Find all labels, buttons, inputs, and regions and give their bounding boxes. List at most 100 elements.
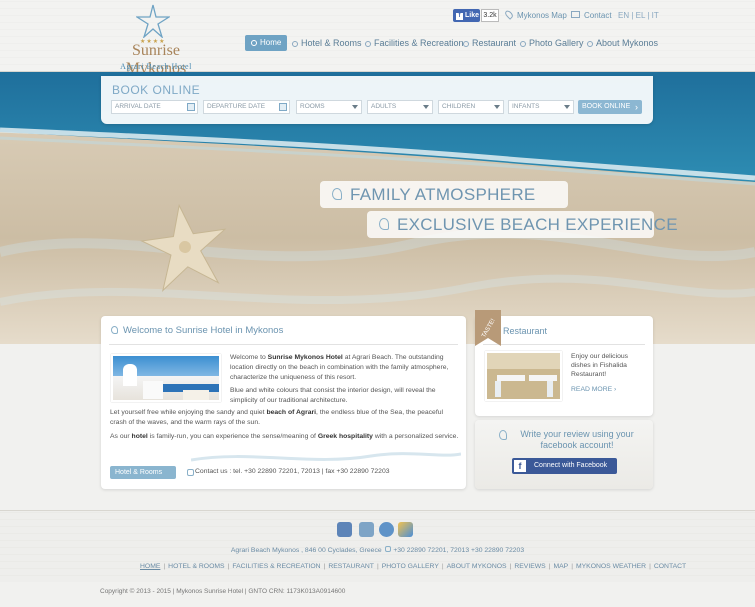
phone-icon — [187, 469, 194, 476]
footer-link-photo-gallery[interactable]: PHOTO GALLERY — [382, 563, 439, 570]
rooms-select[interactable]: ROOMS — [296, 100, 362, 114]
shell-icon — [111, 326, 118, 334]
footer-link-about-mykonos[interactable]: ABOUT MYKONOS — [447, 563, 507, 570]
arrival-date-field[interactable]: ARRIVAL DATE — [111, 100, 198, 114]
footer-link-mykonos-weather[interactable]: MYKONOS WEATHER — [576, 563, 646, 570]
footer-phone: +30 22890 72201, 72013 +30 22890 72203 — [393, 547, 525, 554]
facebook-icon: f — [456, 13, 463, 20]
facebook-icon: f — [514, 460, 526, 472]
nav-restaurant[interactable]: Restaurant — [463, 35, 516, 51]
footer-address-line: Agrari Beach Mykonos , 846 00 Cyclades, … — [0, 546, 755, 554]
footer-link-reviews[interactable]: REVIEWS — [514, 563, 545, 570]
footer-nav: HOME | HOTEL & ROOMS | FACILITIES & RECREATI… — [140, 563, 687, 570]
chevron-right-icon: › — [635, 102, 638, 112]
booking-title: BOOK ONLINE — [112, 83, 201, 97]
footer-link-restaurant[interactable]: RESTAURANT — [328, 563, 374, 570]
nav-shell-icon — [365, 40, 371, 47]
nav-label: Restaurant — [472, 38, 517, 48]
chevron-down-icon — [494, 105, 500, 109]
fb-like-count: 3.2k — [481, 9, 499, 22]
fb-like-label: Like — [465, 12, 480, 19]
facebook-social-icon[interactable] — [337, 522, 352, 537]
welcome-text: Let yourself free while enjoying the san… — [110, 409, 267, 416]
foursquare-social-icon[interactable] — [379, 522, 394, 537]
connect-facebook-button[interactable]: f Connect with Facebook — [512, 458, 617, 474]
book-online-button[interactable]: BOOK ONLINE › — [578, 100, 642, 114]
logo[interactable]: ★★★★ Sunrise Mykonos Agrari Beach Hotel — [100, 4, 212, 77]
departure-date-field[interactable]: DEPARTURE DATE — [203, 100, 290, 114]
rooms-label: ROOMS — [300, 103, 325, 110]
adults-label: ADULTS — [371, 103, 397, 110]
contact-info: Contact us : tel. +30 22890 72201, 72013… — [195, 468, 390, 475]
facebook-like-button[interactable]: f Like — [453, 9, 480, 22]
welcome-text: As our — [110, 433, 132, 440]
restaurant-title[interactable]: Restaurant — [503, 326, 547, 336]
nav-shell-icon — [463, 40, 469, 47]
copyright: Copyright © 2013 - 2015 | Mykonos Sunris… — [100, 588, 346, 595]
footer-link-map[interactable]: MAP — [553, 563, 568, 570]
shell-icon — [499, 430, 507, 440]
calendar-icon[interactable] — [187, 103, 195, 111]
review-panel: Write your review using your facebook ac… — [475, 420, 653, 489]
arrival-date-placeholder: ARRIVAL DATE — [115, 103, 161, 110]
infants-select[interactable]: INFANTS — [508, 100, 574, 114]
nav-label: About Mykonos — [596, 38, 659, 48]
contact-link[interactable]: Contact — [584, 11, 612, 20]
shell-icon — [379, 218, 389, 230]
slogan-text: FAMILY ATMOSPHERE — [350, 185, 536, 204]
chevron-down-icon — [564, 105, 570, 109]
chevron-down-icon — [352, 105, 358, 109]
welcome-paragraph-2: Blue and white colours that consist the … — [230, 387, 436, 404]
children-label: CHILDREN — [442, 103, 476, 110]
nav-shell-icon — [292, 40, 298, 47]
footer-link-hotel-rooms[interactable]: HOTEL & ROOMS — [168, 563, 224, 570]
welcome-bold-hospitality: Greek hospitality — [317, 433, 373, 440]
nav-label: Hotel & Rooms — [301, 38, 362, 48]
footer-link-contact[interactable]: CONTACT — [654, 563, 686, 570]
restaurant-photo[interactable] — [485, 351, 562, 401]
slogan-family-atmosphere: FAMILY ATMOSPHERE — [320, 181, 568, 208]
shell-icon — [332, 188, 342, 200]
nav-about-mykonos[interactable]: About Mykonos — [587, 35, 658, 51]
adults-select[interactable]: ADULTS — [367, 100, 433, 114]
calendar-icon[interactable] — [279, 103, 287, 111]
nav-home[interactable]: Home — [245, 35, 288, 51]
nav-hotel-rooms[interactable]: Hotel & Rooms — [292, 35, 362, 51]
hotel-rooms-button[interactable]: Hotel & Rooms — [110, 466, 176, 479]
nav-facilities[interactable]: Facilities & Recreation — [365, 35, 464, 51]
wave-decoration — [191, 452, 461, 462]
mykonos-map-link[interactable]: Mykonos Map — [517, 11, 567, 20]
welcome-paragraph-4: As our hotel is family-run, you can expe… — [110, 432, 460, 442]
divider — [483, 344, 645, 345]
welcome-bold-beach: beach of Agrari — [266, 409, 317, 416]
starfish-logo-icon — [136, 4, 170, 38]
mykonos-photo — [111, 354, 221, 402]
nav-shell-icon — [587, 40, 593, 47]
tripadvisor-social-icon[interactable] — [359, 522, 374, 537]
restaurant-description: Enjoy our delicious dishes in Fishalida … — [571, 353, 629, 378]
chevron-down-icon — [423, 105, 429, 109]
mail-icon — [571, 11, 580, 18]
taste-ribbon: TASTE! — [475, 310, 501, 346]
footer-link-facilities[interactable]: FACILITIES & RECREATION — [232, 563, 320, 570]
connect-facebook-label: Connect with Facebook — [534, 462, 608, 469]
welcome-paragraph-3: Let yourself free while enjoying the san… — [110, 408, 460, 428]
divider — [109, 344, 458, 345]
welcome-text: is family-run, you can experience the se… — [147, 433, 318, 440]
nav-label: Photo Gallery — [529, 38, 584, 48]
booking-panel: BOOK ONLINE ARRIVAL DATE DEPARTURE DATE … — [101, 76, 653, 124]
hotel-rooms-label: Hotel & Rooms — [115, 469, 163, 476]
footer-link-home[interactable]: HOME — [140, 563, 160, 570]
welcome-title: Welcome to Sunrise Hotel in Mykonos — [111, 325, 283, 336]
read-more-link[interactable]: READ MORE › — [571, 386, 616, 393]
footer-address: Agrari Beach Mykonos , 846 00 Cyclades, … — [230, 547, 382, 554]
slogan-text: EXCLUSIVE BEACH EXPERIENCE — [397, 215, 678, 234]
nav-photo-gallery[interactable]: Photo Gallery — [520, 35, 584, 51]
nav-shell-icon — [251, 39, 257, 46]
language-switcher[interactable]: EN | EL | IT — [618, 11, 659, 20]
instagram-social-icon[interactable] — [398, 522, 413, 537]
children-select[interactable]: CHILDREN — [438, 100, 504, 114]
welcome-title-text: Welcome to Sunrise Hotel in Mykonos — [123, 325, 284, 336]
phone-icon — [385, 546, 392, 552]
nav-shell-icon — [520, 40, 526, 47]
